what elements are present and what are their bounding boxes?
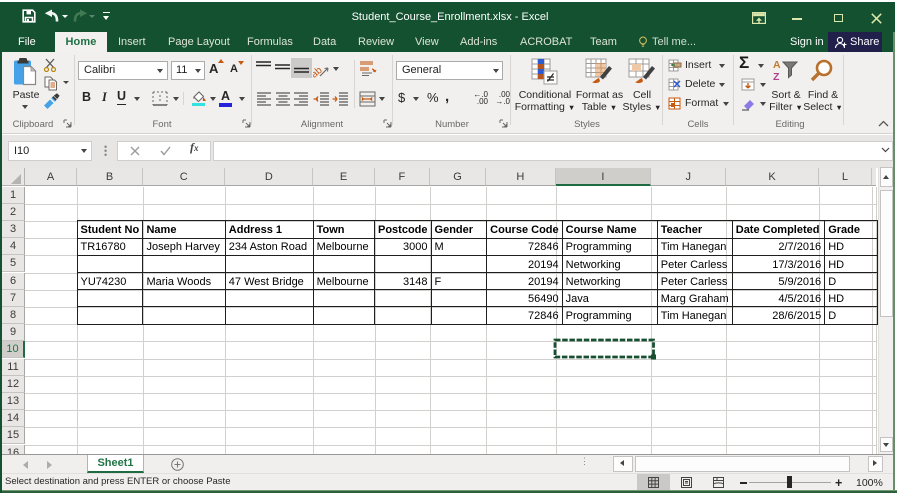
svg-text:A: A bbox=[773, 59, 781, 71]
svg-text:ab: ab bbox=[313, 65, 325, 79]
svg-text:Z: Z bbox=[773, 71, 780, 83]
